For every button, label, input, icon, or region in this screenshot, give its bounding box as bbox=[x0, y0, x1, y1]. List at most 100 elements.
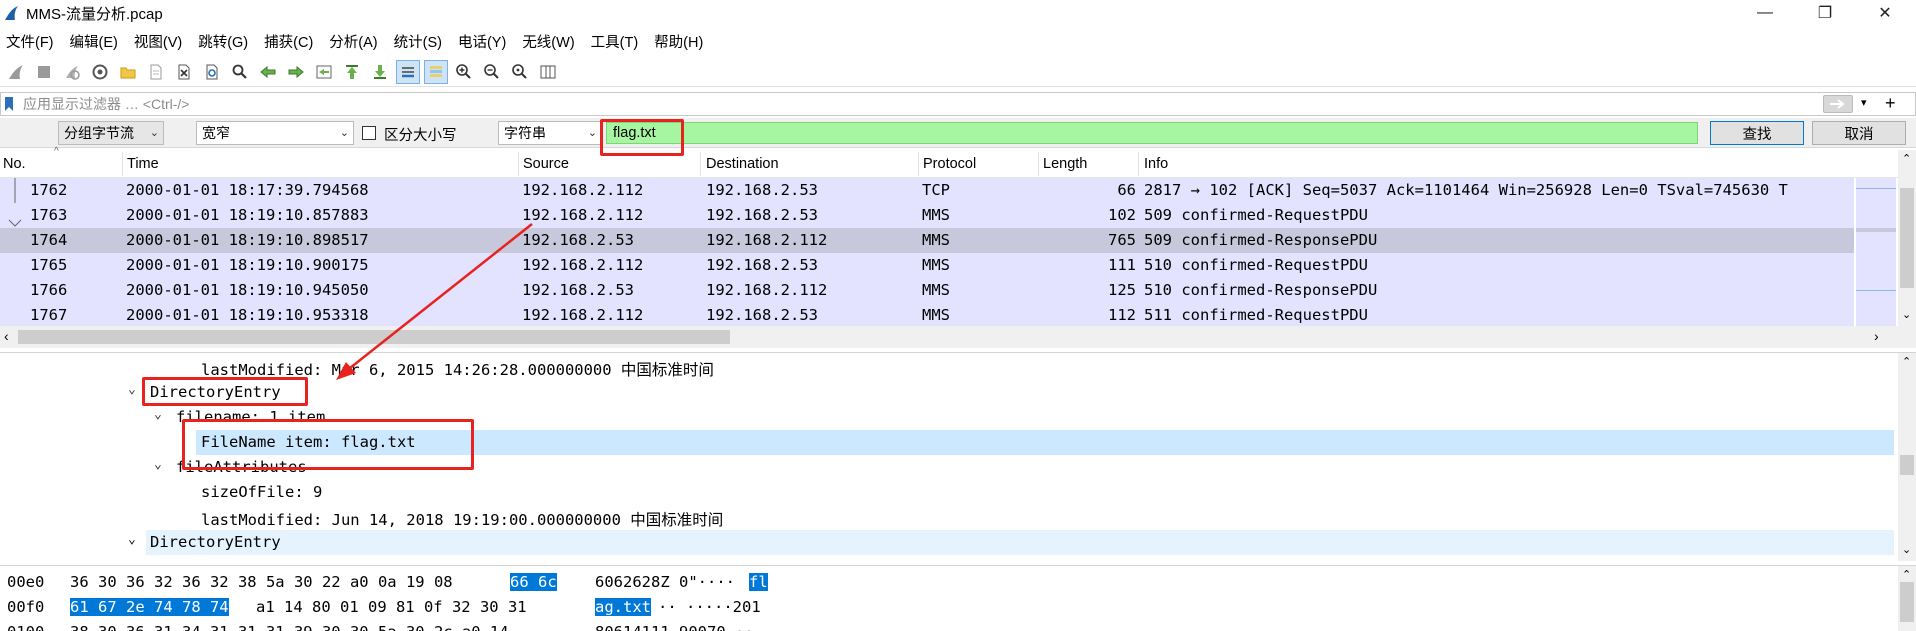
cancel-button[interactable]: 取消 bbox=[1812, 121, 1906, 145]
zoom-out-icon[interactable] bbox=[480, 60, 504, 84]
menu-telephony[interactable]: 电话(Y) bbox=[450, 31, 514, 52]
packet-row[interactable]: 1765 2000-01-01 18:19:10.900175 192.168.… bbox=[0, 253, 1854, 278]
scroll-up-icon[interactable]: ⌃ bbox=[1902, 568, 1911, 581]
packet-list-vertical-scrollbar[interactable]: ⌃ ⌄ bbox=[1898, 150, 1916, 326]
menu-tools[interactable]: 工具(T) bbox=[583, 31, 647, 52]
filter-bookmark-icon[interactable] bbox=[1, 93, 17, 115]
start-capture-icon[interactable] bbox=[4, 60, 28, 84]
add-filter-button-icon[interactable]: + bbox=[1885, 93, 1896, 114]
colorize-icon[interactable] bbox=[424, 59, 448, 84]
save-file-icon[interactable] bbox=[144, 60, 168, 84]
case-sensitive-checkbox[interactable] bbox=[362, 126, 376, 140]
expand-caret-icon[interactable]: ⌄ bbox=[154, 457, 162, 472]
menu-wireless[interactable]: 无线(W) bbox=[514, 31, 582, 52]
scrollbar-thumb[interactable] bbox=[18, 330, 730, 344]
hex-ascii[interactable]: ·· ·····201 bbox=[658, 598, 761, 616]
hex-ascii[interactable]: 80614111 90070 ·· bbox=[595, 623, 754, 631]
menu-help[interactable]: 帮助(H) bbox=[646, 31, 711, 52]
reload-file-icon[interactable] bbox=[200, 60, 224, 84]
zoom-normal-icon[interactable] bbox=[508, 60, 532, 84]
resize-columns-icon[interactable] bbox=[536, 60, 560, 84]
scrollbar-thumb[interactable] bbox=[1900, 582, 1914, 622]
scroll-down-icon[interactable]: ⌄ bbox=[1902, 543, 1911, 556]
restart-capture-icon[interactable] bbox=[60, 60, 84, 84]
column-divider[interactable] bbox=[1038, 152, 1039, 176]
hex-bytes-selected[interactable]: 61 67 2e 74 78 74 bbox=[70, 598, 229, 616]
find-packet-icon[interactable] bbox=[228, 60, 252, 84]
find-button[interactable]: 查找 bbox=[1710, 121, 1804, 145]
menu-edit[interactable]: 编辑(E) bbox=[62, 31, 126, 52]
filter-history-dropdown-icon[interactable]: ▾ bbox=[1861, 96, 1867, 109]
scroll-up-icon[interactable]: ⌃ bbox=[1902, 355, 1911, 368]
column-protocol[interactable]: Protocol bbox=[923, 156, 976, 172]
go-last-packet-icon[interactable] bbox=[368, 60, 392, 84]
expand-caret-icon[interactable]: ⌄ bbox=[128, 382, 136, 397]
details-vertical-scrollbar[interactable]: ⌃ ⌄ bbox=[1898, 353, 1916, 561]
scroll-right-icon[interactable]: › bbox=[1874, 328, 1879, 344]
scrollbar-thumb[interactable] bbox=[1900, 188, 1914, 288]
go-to-packet-icon[interactable] bbox=[312, 60, 336, 84]
search-in-select[interactable]: 分组字节流 ⌄ bbox=[58, 121, 164, 145]
menu-view[interactable]: 视图(V) bbox=[126, 31, 190, 52]
close-file-icon[interactable] bbox=[172, 60, 196, 84]
column-no[interactable]: No. bbox=[3, 156, 26, 172]
tree-item[interactable]: DirectoryEntry bbox=[146, 530, 1894, 555]
menu-go[interactable]: 跳转(G) bbox=[190, 31, 256, 52]
char-width-select[interactable]: 宽窄 ⌄ bbox=[196, 121, 354, 145]
scroll-down-icon[interactable]: ⌄ bbox=[1902, 308, 1911, 321]
autoscroll-icon[interactable] bbox=[396, 59, 420, 84]
go-forward-icon[interactable] bbox=[284, 60, 308, 84]
column-destination[interactable]: Destination bbox=[706, 156, 779, 172]
display-filter-bar[interactable]: 应用显示过滤器 … <Ctrl-/> ▾ + bbox=[0, 92, 1916, 116]
zoom-in-icon[interactable] bbox=[452, 60, 476, 84]
minimap-selected-mark bbox=[1856, 228, 1896, 232]
hex-ascii-selected[interactable]: ag.txt bbox=[595, 598, 651, 616]
column-length[interactable]: Length bbox=[1043, 156, 1087, 172]
packet-list-horizontal-scrollbar[interactable]: ‹ › bbox=[0, 326, 1916, 348]
scroll-left-icon[interactable]: ‹ bbox=[4, 328, 9, 344]
packet-row-selected[interactable]: 1764 2000-01-01 18:19:10.898517 192.168.… bbox=[0, 228, 1854, 253]
go-first-packet-icon[interactable] bbox=[340, 60, 364, 84]
menu-file[interactable]: 文件(F) bbox=[0, 31, 62, 52]
minimize-button[interactable]: — bbox=[1742, 0, 1788, 26]
go-back-icon[interactable] bbox=[256, 60, 280, 84]
column-divider[interactable] bbox=[700, 152, 701, 176]
hex-bytes[interactable]: a1 14 80 01 09 81 0f 32 30 31 bbox=[256, 598, 527, 616]
column-divider[interactable] bbox=[1138, 152, 1139, 176]
expand-caret-icon[interactable]: ⌄ bbox=[128, 532, 136, 547]
menu-capture[interactable]: 捕获(C) bbox=[256, 31, 321, 52]
column-source[interactable]: Source bbox=[523, 156, 569, 172]
apply-filter-arrow-icon[interactable] bbox=[1823, 95, 1853, 113]
packet-row[interactable]: 1762 2000-01-01 18:17:39.794568 192.168.… bbox=[0, 178, 1854, 203]
hex-offset: 0100 bbox=[7, 623, 44, 631]
menu-statistics[interactable]: 统计(S) bbox=[386, 31, 450, 52]
hex-bytes-selected[interactable]: 66 6c bbox=[510, 573, 557, 591]
scroll-up-icon[interactable]: ⌃ bbox=[1902, 152, 1911, 165]
column-divider[interactable] bbox=[918, 152, 919, 176]
packet-row[interactable]: 1763 2000-01-01 18:19:10.857883 192.168.… bbox=[0, 203, 1854, 228]
scrollbar-thumb[interactable] bbox=[1900, 455, 1914, 475]
column-time[interactable]: Time bbox=[127, 156, 159, 172]
hex-ascii[interactable]: 6062628Z 0"···· bbox=[595, 573, 735, 591]
column-divider[interactable] bbox=[518, 152, 519, 176]
maximize-button[interactable]: ❐ bbox=[1802, 0, 1848, 26]
close-button[interactable]: ✕ bbox=[1862, 0, 1908, 26]
bytes-vertical-scrollbar[interactable]: ⌃ bbox=[1898, 566, 1916, 631]
expand-caret-icon[interactable]: ⌄ bbox=[154, 407, 162, 422]
column-info[interactable]: Info bbox=[1144, 156, 1168, 172]
hex-bytes[interactable]: 38 30 36 31 34 31 31 31 39 30 30 5a 30 2… bbox=[70, 623, 509, 631]
open-file-icon[interactable] bbox=[116, 60, 140, 84]
search-type-select[interactable]: 字符串 ⌄ bbox=[498, 121, 602, 145]
packet-minimap[interactable] bbox=[1856, 178, 1896, 326]
hex-ascii-selected[interactable]: fl bbox=[749, 573, 768, 591]
column-divider[interactable] bbox=[122, 152, 123, 176]
packet-row[interactable]: 1766 2000-01-01 18:19:10.945050 192.168.… bbox=[0, 278, 1854, 303]
stop-capture-icon[interactable] bbox=[32, 60, 56, 84]
tree-item[interactable]: lastModified: Jun 14, 2018 19:19:00.0000… bbox=[0, 505, 1896, 530]
capture-options-icon[interactable] bbox=[88, 60, 112, 84]
menu-analyze[interactable]: 分析(A) bbox=[321, 31, 385, 52]
tree-item[interactable]: sizeOfFile: 9 bbox=[0, 480, 1896, 505]
find-search-input[interactable]: flag.txt bbox=[606, 122, 1698, 144]
packet-row[interactable]: 1767 2000-01-01 18:19:10.953318 192.168.… bbox=[0, 303, 1854, 326]
hex-bytes[interactable]: 36 30 36 32 36 32 38 5a 30 22 a0 0a 19 0… bbox=[70, 573, 453, 591]
